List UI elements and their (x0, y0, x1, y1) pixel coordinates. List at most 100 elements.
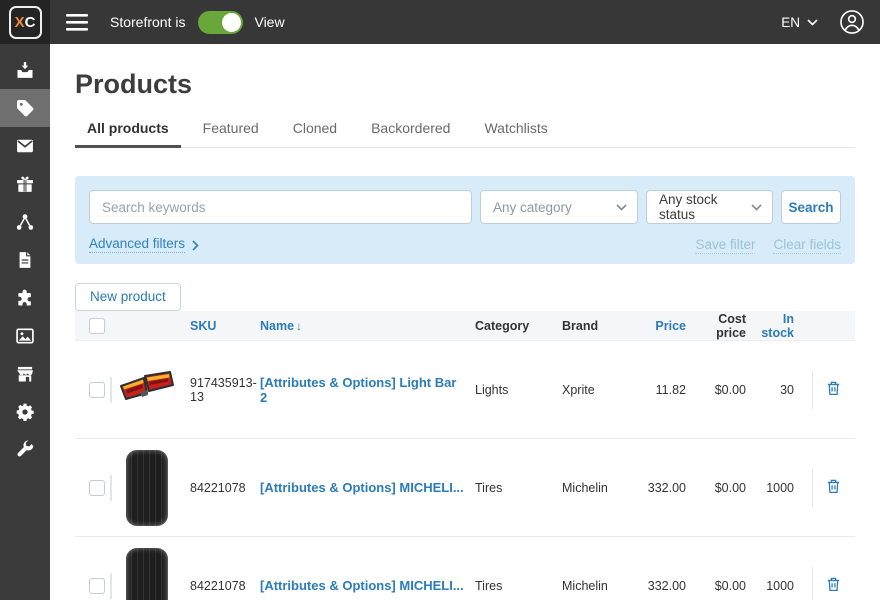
product-thumbnail[interactable] (111, 548, 183, 600)
name-cell: [Attributes & Options] Light Bar 2 (257, 375, 464, 405)
tail-lights-image (118, 368, 176, 411)
name-cell: [Attributes & Options] MICHELI... (257, 578, 464, 593)
new-product-button[interactable]: New product (75, 283, 181, 311)
wrench-icon (15, 440, 35, 460)
select-all-cell (75, 318, 111, 334)
sku-column-header[interactable]: SKU (183, 319, 257, 333)
cost-price-column-header: Cost price (692, 312, 756, 340)
tab-all-products[interactable]: All products (75, 116, 181, 148)
trash-icon (825, 575, 842, 596)
tag-icon (15, 98, 35, 118)
in-stock-cell: 30 (756, 383, 812, 397)
category-cell: Lights (464, 383, 554, 397)
name-column-header[interactable]: Name↓ (257, 319, 464, 333)
cost-price-cell: $0.00 (692, 579, 756, 593)
hamburger-icon[interactable] (66, 14, 88, 31)
tab-featured[interactable]: Featured (191, 116, 271, 148)
sidebar (0, 44, 50, 600)
clear-fields-link[interactable]: Clear fields (773, 237, 841, 252)
chevron-down-icon (751, 204, 762, 211)
row-checkbox[interactable] (89, 480, 105, 496)
user-icon[interactable] (839, 9, 865, 35)
select-all-checkbox[interactable] (89, 318, 105, 334)
row-divider (110, 377, 112, 403)
sidebar-item-catalog[interactable] (0, 89, 50, 127)
tab-cloned[interactable]: Cloned (281, 116, 349, 148)
actions-divider (812, 371, 813, 409)
sidebar-item-messages[interactable] (0, 127, 50, 165)
search-button[interactable]: Search (781, 190, 841, 224)
price-column-header[interactable]: Price (642, 319, 692, 333)
category-column-header: Category (464, 319, 554, 333)
storefront-icon (15, 364, 35, 384)
filter-links-row: Advanced filters Save filter Clear field… (89, 236, 841, 253)
row-checkbox-cell (75, 578, 111, 594)
tire-image (126, 450, 168, 526)
product-name-link[interactable]: [Attributes & Options] MICHELI... (260, 578, 464, 593)
brand-cell: Michelin (554, 579, 642, 593)
delete-button[interactable] (812, 379, 855, 400)
product-thumbnail[interactable] (111, 368, 183, 411)
sidebar-item-settings[interactable] (0, 393, 50, 431)
sidebar-item-apps[interactable] (0, 279, 50, 317)
delete-button[interactable] (812, 477, 855, 498)
row-checkbox-cell (75, 382, 111, 398)
product-name-link[interactable]: [Attributes & Options] MICHELI... (260, 480, 464, 495)
stock-status-select-value: Any stock status (659, 192, 751, 222)
chevron-right-icon (192, 240, 199, 251)
sku-cell: 917435913-13 (183, 376, 257, 404)
sidebar-item-design[interactable] (0, 317, 50, 355)
sidebar-item-store-setup[interactable] (0, 355, 50, 393)
tab-watchlists[interactable]: Watchlists (472, 116, 559, 148)
in-stock-cell: 1000 (756, 481, 812, 495)
puzzle-icon (15, 288, 35, 308)
row-divider (110, 475, 112, 501)
advanced-filters-link[interactable]: Advanced filters (89, 236, 199, 253)
in-stock-column-header[interactable]: In stock (756, 312, 812, 340)
name-cell: [Attributes & Options] MICHELI... (257, 480, 464, 495)
price-cell: 11.82 (642, 383, 692, 397)
sidebar-item-promotions[interactable] (0, 165, 50, 203)
sku-cell: 84221078 (183, 481, 257, 495)
row-divider (110, 573, 112, 599)
delete-button[interactable] (812, 575, 855, 596)
tab-backordered[interactable]: Backordered (359, 116, 462, 148)
cost-price-cell: $0.00 (692, 481, 756, 495)
sidebar-item-content[interactable] (0, 241, 50, 279)
category-select-value: Any category (493, 200, 572, 215)
chevron-down-icon (807, 19, 818, 26)
sort-descending-icon: ↓ (296, 319, 302, 333)
actions-divider (812, 469, 813, 507)
top-bar: XC Storefront is View EN (0, 0, 880, 44)
price-cell: 332.00 (642, 579, 692, 593)
save-filter-link[interactable]: Save filter (695, 237, 755, 252)
toggle-knob (222, 13, 241, 32)
main-content: Products All products Featured Cloned Ba… (50, 44, 880, 600)
sidebar-item-maintenance[interactable] (0, 431, 50, 469)
storefront-toggle[interactable] (198, 11, 243, 34)
language-selector[interactable]: EN (781, 15, 818, 30)
view-storefront-link[interactable]: View (254, 14, 284, 30)
storefront-label: Storefront is (110, 14, 185, 30)
share-icon (15, 212, 35, 232)
product-thumbnail[interactable] (111, 450, 183, 526)
actions-divider (812, 567, 813, 600)
inbox-icon (15, 60, 35, 80)
category-cell: Tires (464, 579, 554, 593)
gear-icon (15, 402, 35, 422)
row-checkbox[interactable] (89, 382, 105, 398)
table-row: 917435913-13 [Attributes & Options] Ligh… (75, 341, 855, 439)
row-checkbox[interactable] (89, 578, 105, 594)
search-input[interactable] (89, 190, 472, 224)
stock-status-select[interactable]: Any stock status (646, 190, 773, 224)
product-name-link[interactable]: [Attributes & Options] Light Bar 2 (260, 375, 456, 405)
table-row: 84221078 [Attributes & Options] MICHELI.… (75, 439, 855, 537)
image-icon (15, 326, 35, 346)
app-logo[interactable]: XC (0, 0, 50, 44)
xc-logo-icon: XC (9, 6, 42, 39)
trash-icon (825, 379, 842, 400)
price-cell: 332.00 (642, 481, 692, 495)
sidebar-item-orders[interactable] (0, 51, 50, 89)
sidebar-item-sales-channels[interactable] (0, 203, 50, 241)
category-select[interactable]: Any category (480, 190, 638, 224)
